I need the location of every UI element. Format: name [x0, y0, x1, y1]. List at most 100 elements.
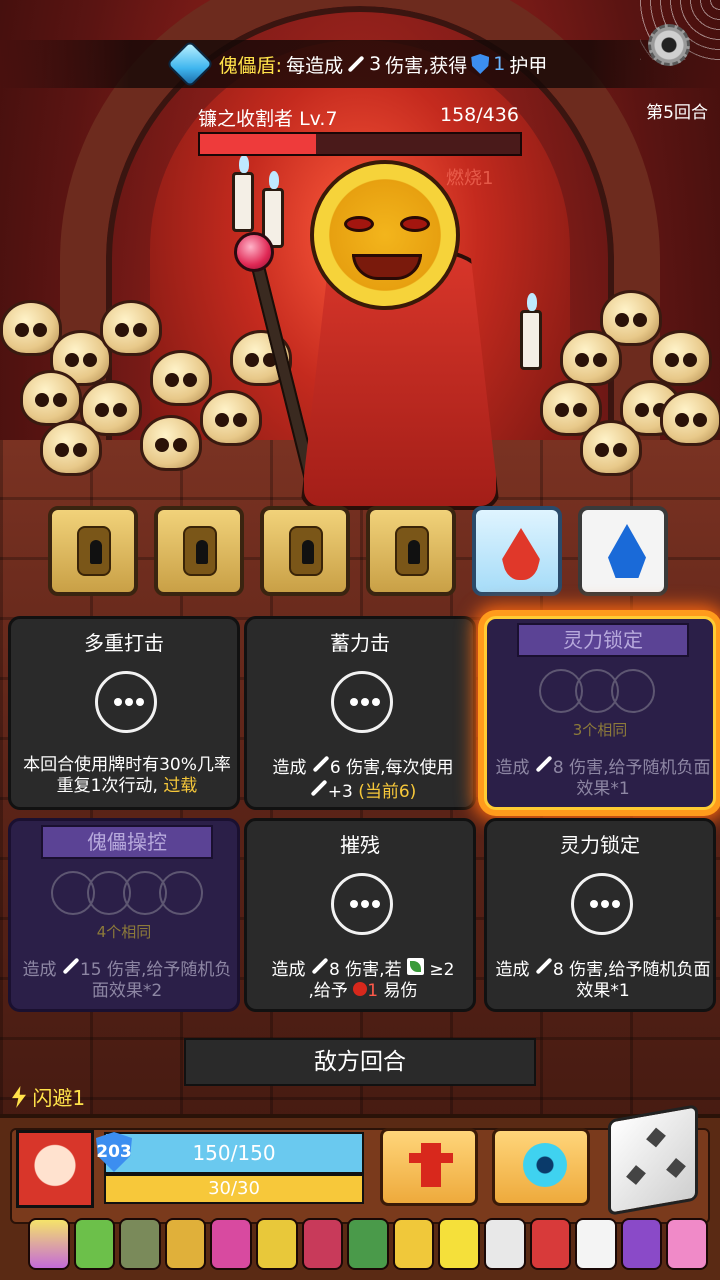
totem-relic-icon[interactable] [210, 1218, 252, 1270]
water-orb-icon [523, 1143, 567, 1187]
card-desc: 造成 8 伤害,给予随机负面效果*1 [493, 755, 713, 800]
overload-keyword: 过载 [163, 776, 198, 796]
card-desc-text: 伤害,给予随机负面效果*1 [569, 960, 711, 1001]
sword-relic-icon[interactable] [255, 1218, 298, 1270]
candle-icon [232, 155, 254, 232]
card-desc-text: 伤害,每次使用 [346, 758, 454, 778]
dice-pip [646, 1127, 666, 1148]
boss-hp-fill [200, 134, 316, 154]
red-gem-icon [234, 232, 274, 272]
card-desc: 本回合使用牌时有30%几率重复1次行动, 过载 [17, 755, 237, 797]
flower-relic-icon[interactable] [666, 1218, 708, 1270]
water-orb-item-button[interactable] [492, 1128, 590, 1206]
skill-card-charge-strike[interactable]: 蓄力击 造成 6 伤害,每次使用 +3 (当前6) [244, 616, 476, 810]
boss-name-text: 镰之收割者 [198, 108, 294, 130]
sword-icon [535, 755, 553, 773]
crystal-relic-icon[interactable] [28, 1218, 70, 1270]
card-desc: 造成 8 伤害,若 ≥2 ,给予 1 易伤 [253, 957, 473, 1002]
gear-icon[interactable] [648, 24, 690, 66]
locked-chest-box[interactable] [366, 506, 456, 596]
dice-slot[interactable] [611, 669, 655, 713]
card-desc-text: 伤害,给予随机负面效果*2 [91, 960, 232, 1001]
same-requirement: 3个相同 [572, 721, 628, 739]
card-damage: 8 [552, 758, 564, 778]
card-title: 蓄力击 [330, 631, 390, 655]
dice-slot[interactable] [159, 871, 203, 915]
holy-cross-item-button[interactable] [380, 1128, 478, 1206]
skill-card-spirit-lock-locked[interactable]: 灵力锁定 3个相同 造成 8 伤害,给予随机负面效果*1 [484, 616, 716, 810]
leaf-relic-icon[interactable] [73, 1218, 116, 1270]
reward-box-row [48, 506, 672, 598]
dice-relic-icon[interactable] [483, 1218, 526, 1270]
wreath-relic-icon[interactable] [347, 1218, 389, 1270]
skill-card-ravage[interactable]: 摧残 造成 8 伤害,若 ≥2 ,给予 1 易伤 [244, 818, 476, 1012]
player-energy-bar: 30/30 [104, 1174, 364, 1204]
skull-icon [200, 390, 262, 446]
dodge-status[interactable]: 闪避1 [12, 1082, 85, 1111]
skill-card-puppet-control-locked[interactable]: 傀儡操控 4个相同 造成 15 伤害,给予随机负面效果*2 [8, 818, 240, 1012]
card-desc-text: 造成 [495, 960, 530, 980]
same-requirement: 4个相同 [96, 923, 152, 941]
skill-card-spirit-lock[interactable]: 灵力锁定 造成 8 伤害,给予随机负面效果*1 [484, 818, 716, 1012]
skull-icon [660, 390, 720, 446]
relic-bar [28, 1218, 708, 1278]
skull-icon [100, 300, 162, 356]
dice-slot[interactable] [95, 671, 157, 733]
buff-damage: 3 [369, 53, 382, 75]
card-title: 摧残 [340, 833, 380, 857]
locked-chest-box[interactable] [48, 506, 138, 596]
boss-name: 镰之收割者 Lv.7 [198, 104, 338, 131]
lock-icon [395, 526, 429, 576]
skull-icon [140, 415, 202, 471]
boss-pumpkin-head[interactable] [310, 160, 460, 310]
eye-icon [400, 216, 430, 232]
card-desc-text: 造成 [22, 960, 57, 980]
mouth-icon [352, 254, 422, 280]
fire-icon [502, 528, 540, 580]
card-desc-text: 本回合使用牌时有30%几率重复1次行动, [23, 755, 231, 796]
round-counter: 第5回合 [646, 103, 708, 123]
sword-icon [312, 755, 330, 773]
dice-pip [626, 1165, 646, 1185]
rune-relic-icon[interactable] [301, 1218, 344, 1270]
fire-ice-box[interactable] [472, 506, 562, 596]
buff-armor: 1 [493, 53, 506, 75]
dice-slot[interactable] [571, 873, 633, 935]
card-damage: 15 [79, 960, 102, 980]
card-damage: 8 [328, 960, 340, 980]
dice-slot[interactable] [331, 873, 393, 935]
card-bonus: +3 [327, 782, 353, 802]
player-armor: 203 [96, 1142, 132, 1162]
lock-icon [289, 526, 323, 576]
sword-icon [347, 55, 365, 73]
claw-relic-icon[interactable] [529, 1218, 572, 1270]
skill-card-multi-strike[interactable]: 多重打击 本回合使用牌时有30%几率重复1次行动, 过载 [8, 616, 240, 810]
boss-level: Lv.7 [299, 108, 338, 130]
water-box[interactable] [578, 506, 668, 596]
coin-relic-icon[interactable] [392, 1218, 435, 1270]
boss-hp-text: 158/436 [440, 104, 519, 126]
vulnerable-icon [353, 982, 368, 996]
skull-icon [580, 420, 642, 476]
card-title: 多重打击 [84, 631, 164, 655]
player-avatar[interactable] [16, 1130, 94, 1208]
diamond-relic-icon[interactable] [438, 1218, 480, 1270]
mushroom-relic-icon[interactable] [164, 1218, 207, 1270]
locked-chest-box[interactable] [260, 506, 350, 596]
dice-slot[interactable] [331, 671, 393, 733]
card-damage: 6 [329, 758, 341, 778]
shield-icon [471, 54, 490, 74]
card-desc-text: 造成 [495, 758, 530, 778]
card-desc: 造成 6 伤害,每次使用 +3 (当前6) [253, 755, 473, 803]
enemy-turn-button[interactable]: 敌方回合 [184, 1038, 536, 1086]
mask-relic-icon[interactable] [119, 1218, 161, 1270]
reroll-dice-button[interactable] [608, 1104, 698, 1216]
skull-relic-icon[interactable] [575, 1218, 617, 1270]
puppet-shield-gem-icon[interactable] [165, 39, 214, 89]
locked-chest-box[interactable] [154, 506, 244, 596]
card-title-ribbon: 傀儡操控 [41, 825, 213, 859]
card-desc: 造成 15 伤害,给予随机负面效果*2 [17, 957, 237, 1002]
burn-status[interactable]: 燃烧1 [446, 164, 493, 190]
buff-text: 每造成 [286, 54, 344, 77]
bat-relic-icon[interactable] [620, 1218, 663, 1270]
